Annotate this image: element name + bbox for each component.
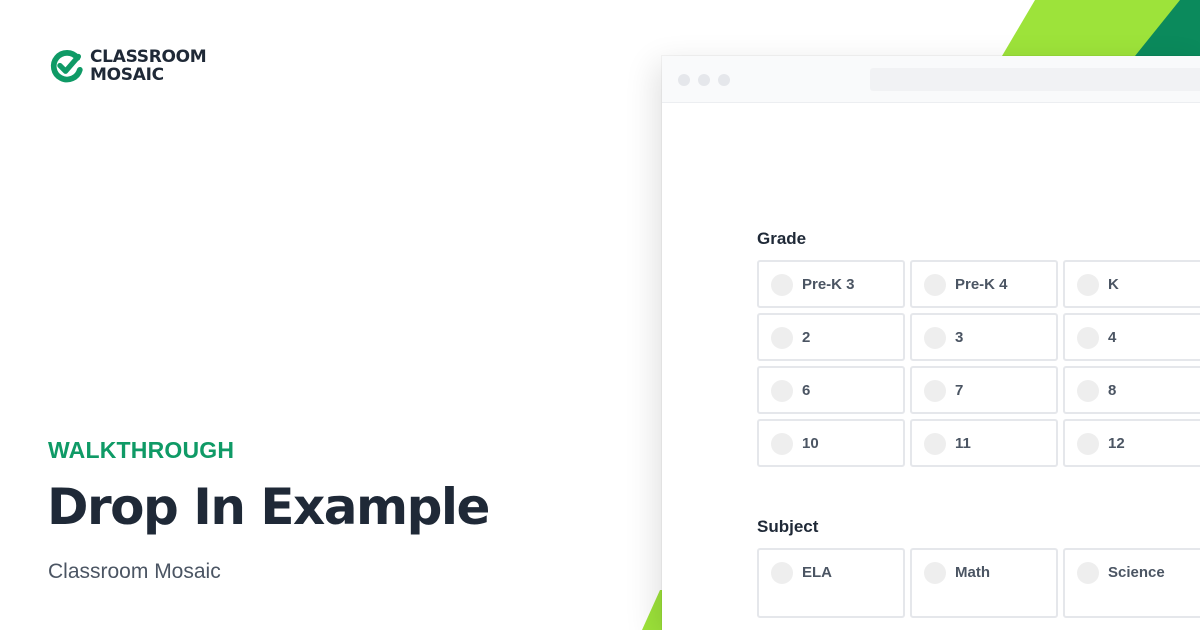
grade-option-label: 2 [802, 329, 811, 346]
grade-option-label: 8 [1108, 382, 1117, 399]
subject-section-label: Subject [757, 517, 819, 536]
grade-option[interactable]: Pre-K 3 [757, 260, 905, 308]
grade-option[interactable]: 12 [1063, 419, 1200, 467]
address-bar[interactable] [870, 68, 1200, 91]
subject-option[interactable]: ELA [757, 548, 905, 618]
grade-options-grid: Pre-K 3 Pre-K 4 K 2 3 4 6 7 8 10 11 12 [757, 260, 1200, 467]
grade-option[interactable]: 8 [1063, 366, 1200, 414]
radio-circle-icon[interactable] [924, 380, 946, 402]
radio-circle-icon[interactable] [771, 433, 793, 455]
grade-option-label: 7 [955, 382, 964, 399]
subject-option-label: ELA [802, 564, 832, 581]
subject-options-grid: ELA Math Science [757, 548, 1200, 618]
grade-option[interactable]: K [1063, 260, 1200, 308]
browser-mockup: Grade Pre-K 3 Pre-K 4 K 2 3 4 6 7 8 10 11 12 Subjec… [662, 56, 1200, 630]
radio-circle-icon[interactable] [924, 327, 946, 349]
classroom-mosaic-logo[interactable]: CLASSROOM MOSAIC [48, 47, 207, 85]
grade-option[interactable]: 10 [757, 419, 905, 467]
grade-option-label: 3 [955, 329, 964, 346]
grade-option[interactable]: 11 [910, 419, 1058, 467]
grade-option[interactable]: 7 [910, 366, 1058, 414]
radio-circle-icon[interactable] [1077, 327, 1099, 349]
radio-circle-icon[interactable] [924, 433, 946, 455]
window-dot-icon [678, 74, 690, 86]
logo-line-2: MOSAIC [90, 65, 164, 85]
grade-section-label: Grade [757, 229, 807, 248]
subject-option[interactable]: Math [910, 548, 1058, 618]
grade-option-label: 6 [802, 382, 811, 399]
grade-option[interactable]: Pre-K 4 [910, 260, 1058, 308]
logo-line-1: CLASSROOM [90, 47, 207, 67]
grade-option-label: Pre-K 4 [955, 276, 1008, 293]
grade-option-label: K [1108, 276, 1119, 293]
radio-circle-icon[interactable] [771, 327, 793, 349]
radio-circle-icon[interactable] [771, 380, 793, 402]
subject-option-label: Science [1108, 564, 1165, 581]
grade-option[interactable]: 2 [757, 313, 905, 361]
grade-option[interactable]: 6 [757, 366, 905, 414]
radio-circle-icon[interactable] [1077, 562, 1099, 584]
grade-option[interactable]: 3 [910, 313, 1058, 361]
radio-circle-icon[interactable] [1077, 433, 1099, 455]
grade-option-label: 10 [802, 435, 819, 452]
eyebrow-label: WALKTHROUGH [48, 437, 235, 463]
window-dot-icon [718, 74, 730, 86]
radio-circle-icon[interactable] [1077, 274, 1099, 296]
radio-circle-icon[interactable] [1077, 380, 1099, 402]
grade-option-label: 12 [1108, 435, 1125, 452]
radio-circle-icon[interactable] [924, 274, 946, 296]
grade-option-label: 11 [955, 435, 971, 452]
grade-option-label: Pre-K 3 [802, 276, 855, 293]
radio-circle-icon[interactable] [924, 562, 946, 584]
subject-option[interactable]: Science [1063, 548, 1200, 618]
page-title: Drop In Example [47, 478, 490, 536]
grade-option[interactable]: 4 [1063, 313, 1200, 361]
logo-wordmark: CLASSROOM MOSAIC [90, 47, 207, 85]
radio-circle-icon[interactable] [771, 562, 793, 584]
window-dot-icon [698, 74, 710, 86]
radio-circle-icon[interactable] [771, 274, 793, 296]
logo-check-icon [50, 50, 83, 83]
subject-option-label: Math [955, 564, 990, 581]
page-subtitle: Classroom Mosaic [48, 560, 221, 583]
browser-toolbar [662, 56, 1200, 103]
grade-option-label: 4 [1108, 329, 1117, 346]
